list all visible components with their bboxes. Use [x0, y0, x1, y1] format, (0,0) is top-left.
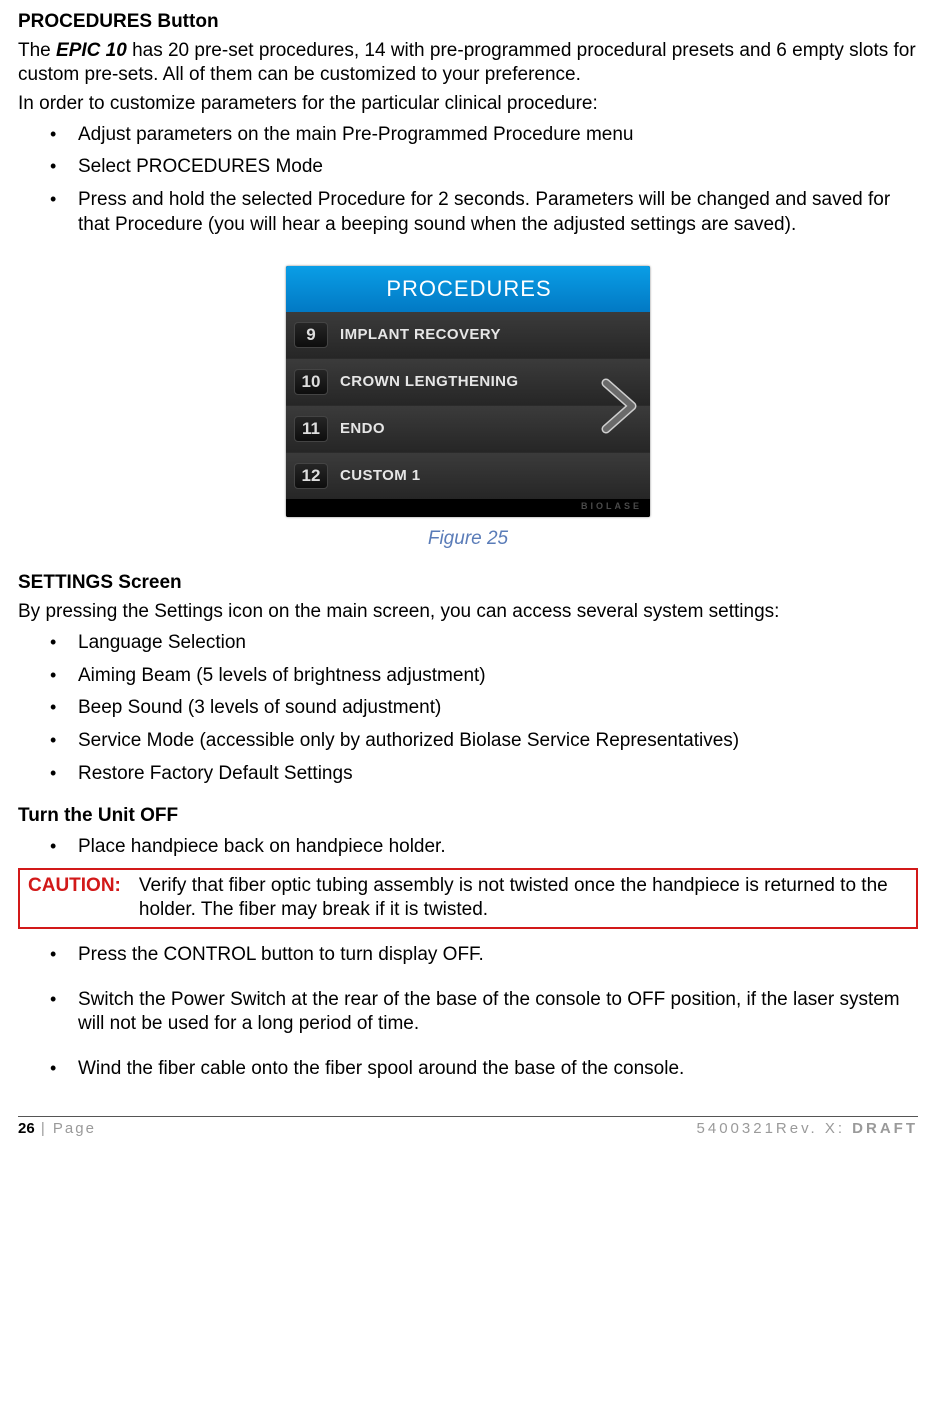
procedure-row[interactable]: 9 IMPLANT RECOVERY: [286, 312, 650, 358]
list-item: Select PROCEDURES Mode: [18, 155, 918, 180]
page-number: 26: [18, 1120, 35, 1137]
page-label: | Page: [35, 1120, 96, 1137]
procedure-row[interactable]: 10 CROWN LENGTHENING: [286, 358, 650, 405]
list-item: Press and hold the selected Procedure fo…: [18, 188, 918, 237]
document-page: PROCEDURES Button The EPIC 10 has 20 pre…: [0, 10, 936, 1150]
chevron-right-icon[interactable]: [598, 377, 642, 435]
procedure-row[interactable]: 11 ENDO: [286, 405, 650, 452]
procedures-lead: In order to customize parameters for the…: [18, 92, 918, 117]
procedure-label: CROWN LENGTHENING: [340, 372, 518, 392]
procedure-row[interactable]: 12 CUSTOM 1: [286, 452, 650, 499]
turnoff-bullet-before: Place handpiece back on handpiece holder…: [18, 835, 918, 860]
procedure-label: IMPLANT RECOVERY: [340, 325, 501, 345]
procedure-number: 11: [294, 416, 328, 442]
list-item: Aiming Beam (5 levels of brightness adju…: [18, 664, 918, 689]
turnoff-heading: Turn the Unit OFF: [18, 804, 918, 829]
procedures-intro: The EPIC 10 has 20 pre-set procedures, 1…: [18, 39, 918, 88]
turnoff-bullets-after: Press the CONTROL button to turn display…: [18, 943, 918, 1082]
procedures-screenshot: PROCEDURES 9 IMPLANT RECOVERY 10 CROWN L…: [286, 266, 650, 517]
procedure-number: 9: [294, 322, 328, 348]
footer-page: 26 | Page: [18, 1119, 96, 1139]
figure-25: PROCEDURES 9 IMPLANT RECOVERY 10 CROWN L…: [18, 266, 918, 552]
list-item: Language Selection: [18, 631, 918, 656]
settings-bullets: Language Selection Aiming Beam (5 levels…: [18, 631, 918, 786]
screenshot-footer: BIOLASE: [286, 499, 650, 517]
list-item: Place handpiece back on handpiece holder…: [18, 835, 918, 860]
caution-box: CAUTION: Verify that fiber optic tubing …: [18, 868, 918, 929]
screenshot-list: 9 IMPLANT RECOVERY 10 CROWN LENGTHENING …: [286, 312, 650, 499]
brand-label: BIOLASE: [581, 501, 642, 513]
doc-ref: 5400321Rev. X:: [697, 1120, 853, 1137]
text-prefix: The: [18, 40, 56, 61]
procedure-number: 12: [294, 463, 328, 489]
procedure-label: CUSTOM 1: [340, 466, 420, 486]
list-item: Service Mode (accessible only by authori…: [18, 729, 918, 754]
list-item: Press the CONTROL button to turn display…: [18, 943, 918, 968]
settings-heading: SETTINGS Screen: [18, 571, 918, 596]
procedures-heading: PROCEDURES Button: [18, 10, 918, 35]
product-name: EPIC 10: [56, 40, 127, 61]
footer-docref: 5400321Rev. X: DRAFT: [697, 1119, 918, 1139]
draft-label: DRAFT: [852, 1120, 918, 1137]
list-item: Restore Factory Default Settings: [18, 762, 918, 787]
figure-caption: Figure 25: [18, 527, 918, 552]
page-footer: 26 | Page 5400321Rev. X: DRAFT: [18, 1116, 918, 1139]
list-item: Adjust parameters on the main Pre-Progra…: [18, 123, 918, 148]
settings-intro: By pressing the Settings icon on the mai…: [18, 600, 918, 625]
screenshot-header: PROCEDURES: [286, 266, 650, 313]
list-item: Beep Sound (3 levels of sound adjustment…: [18, 696, 918, 721]
caution-text: Verify that fiber optic tubing assembly …: [139, 874, 908, 923]
list-item: Wind the fiber cable onto the fiber spoo…: [18, 1057, 918, 1082]
procedure-number: 10: [294, 369, 328, 395]
procedure-label: ENDO: [340, 419, 385, 439]
caution-label: CAUTION:: [28, 874, 121, 923]
text-suffix: has 20 pre-set procedures, 14 with pre-p…: [18, 40, 916, 86]
procedures-bullets: Adjust parameters on the main Pre-Progra…: [18, 123, 918, 238]
list-item: Switch the Power Switch at the rear of t…: [18, 988, 918, 1037]
